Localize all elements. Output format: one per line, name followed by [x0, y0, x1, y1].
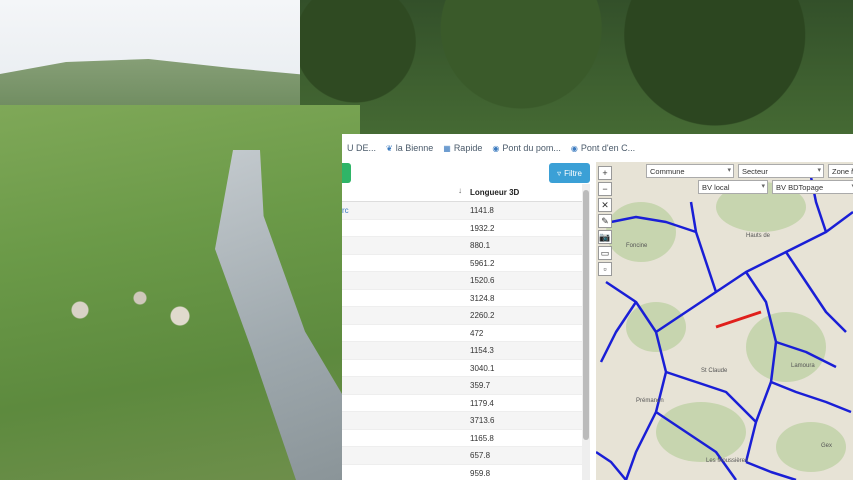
cell-longueur-3d: 657.8	[470, 451, 491, 460]
river-map[interactable]: Hauts de Foncine Lamoura Gex St Claude Les Mo…	[596, 162, 853, 480]
cell-longueur-3d: 3124.8	[470, 293, 495, 303]
zoom-in-button[interactable]: +	[598, 166, 612, 180]
cell-longueur-3d: 3713.6	[470, 416, 495, 425]
place-label: Hauts de	[746, 233, 771, 239]
table-scrollbar[interactable]	[582, 184, 590, 480]
table-row[interactable]: 1165.8	[342, 430, 582, 447]
map-controls: + − ✕ ✎ 📷 ▭ ▫	[598, 166, 612, 276]
cell-longueur-3d: 1932.2	[470, 223, 495, 233]
table-row[interactable]: rc 1141.8	[342, 202, 582, 220]
tab-rapide[interactable]: ▦ Rapide	[438, 134, 487, 162]
sort-icon[interactable]: ↓	[458, 186, 462, 195]
forest-area	[606, 202, 676, 262]
table-row[interactable]: 5961.2	[342, 255, 582, 272]
table-row[interactable]: 1154.3	[342, 342, 582, 360]
place-label: Les Moussières	[706, 458, 748, 464]
secteur-select[interactable]: Secteur	[738, 164, 824, 178]
tab-1[interactable]: U DE...	[342, 134, 381, 162]
forest-area	[626, 302, 686, 352]
zone-select[interactable]: Zone r	[828, 164, 853, 178]
table-row[interactable]: 3124.8	[342, 290, 582, 307]
table-body: rc 1141.8 1932.2 880.1 5961.2 1520.6 3124.8 226…	[342, 202, 582, 480]
tab-pont-du-pom[interactable]: ◉ Pont du pom...	[487, 134, 566, 162]
cell-longueur-3d: 959.8	[470, 468, 491, 478]
map-view[interactable]: Hauts de Foncine Lamoura Gex St Claude Les Mo…	[596, 162, 853, 480]
data-table: ↓ Longueur 3D rc 1141.8 1932.2 880.1 5961.2 1…	[342, 184, 582, 480]
table-row[interactable]: 1520.6	[342, 272, 582, 290]
edit-icon[interactable]: ✎	[598, 214, 612, 228]
table-row[interactable]: 657.8	[342, 447, 582, 465]
place-label: Foncine	[626, 243, 648, 249]
app-window: U DE... ❦ la Bienne ▦ Rapide ◉ Pont du p…	[342, 134, 853, 480]
table-row[interactable]: 1932.2	[342, 220, 582, 237]
cell-longueur-3d: 1520.6	[470, 276, 495, 285]
cell-longueur-3d: 1165.8	[470, 433, 494, 443]
grid-icon: ▦	[443, 143, 451, 153]
tab-label: Rapide	[453, 143, 483, 153]
bv-bdtopage-select[interactable]: BV BDTopage	[772, 180, 853, 194]
add-button[interactable]	[342, 163, 351, 183]
tab-pont-den-c[interactable]: ◉ Pont d'en C...	[566, 134, 640, 162]
tab-la-bienne[interactable]: ❦ la Bienne	[381, 134, 438, 162]
forest-area	[656, 402, 746, 462]
place-label: Gex	[821, 443, 832, 449]
tab-label: U DE...	[347, 143, 377, 153]
stones	[40, 280, 240, 340]
zoom-out-button[interactable]: −	[598, 182, 612, 196]
camera-icon[interactable]: 📷	[598, 230, 612, 244]
trees	[300, 0, 853, 140]
cell-longueur-3d: 3040.1	[470, 363, 495, 373]
map-pin-icon: ◉	[570, 143, 578, 153]
filter-button[interactable]: ▿ Filtre	[549, 163, 590, 183]
scrollbar-thumb[interactable]	[583, 190, 589, 440]
filter-icon: ▿	[557, 168, 562, 178]
bird-icon: ❦	[386, 143, 393, 153]
table-row[interactable]: 1179.4	[342, 395, 582, 412]
table-row[interactable]: 3713.6	[342, 412, 582, 430]
cell-longueur-3d: 1154.3	[470, 346, 494, 355]
cell-longueur-3d: 472	[470, 328, 484, 338]
place-label: Lamoura	[791, 363, 815, 369]
table-row[interactable]: 3040.1	[342, 360, 582, 377]
table-row[interactable]: 880.1	[342, 237, 582, 255]
cell-longueur-3d: 359.7	[470, 381, 491, 390]
close-icon[interactable]: ✕	[598, 198, 612, 212]
cell-longueur-3d: 1179.4	[470, 398, 494, 408]
forest-area	[776, 422, 846, 472]
cell-longueur-3d: 5961.2	[470, 258, 495, 268]
table-header: ↓ Longueur 3D	[342, 184, 582, 202]
bv-local-select[interactable]: BV local	[698, 180, 768, 194]
tab-label: Pont du pom...	[502, 143, 561, 153]
table-row[interactable]: 959.8	[342, 465, 582, 480]
cell-longueur-3d: 2260.2	[470, 311, 495, 320]
place-label: Prémanon	[636, 398, 664, 404]
cell-longueur-3d: 1141.8	[470, 206, 494, 215]
commune-select[interactable]: Commune	[646, 164, 734, 178]
forest-area	[746, 312, 826, 382]
layers-icon[interactable]: ▭	[598, 246, 612, 260]
table-toolbar: ▿ Filtre	[342, 162, 591, 184]
filter-label: Filtre	[564, 168, 582, 178]
map-pin-icon: ◉	[492, 143, 500, 153]
cell-longueur-3d: 880.1	[470, 241, 491, 250]
tab-bar: U DE... ❦ la Bienne ▦ Rapide ◉ Pont du p…	[342, 134, 853, 162]
table-row[interactable]: 472	[342, 325, 582, 342]
table-row[interactable]: 2260.2	[342, 307, 582, 325]
tab-label: Pont d'en C...	[580, 143, 636, 153]
table-row[interactable]: 359.7	[342, 377, 582, 395]
square-icon[interactable]: ▫	[598, 262, 612, 276]
row-link[interactable]: rc	[342, 206, 349, 215]
place-label: St Claude	[701, 368, 728, 374]
column-header-longueur-3d[interactable]: Longueur 3D	[470, 188, 519, 197]
tab-label: la Bienne	[395, 143, 434, 153]
